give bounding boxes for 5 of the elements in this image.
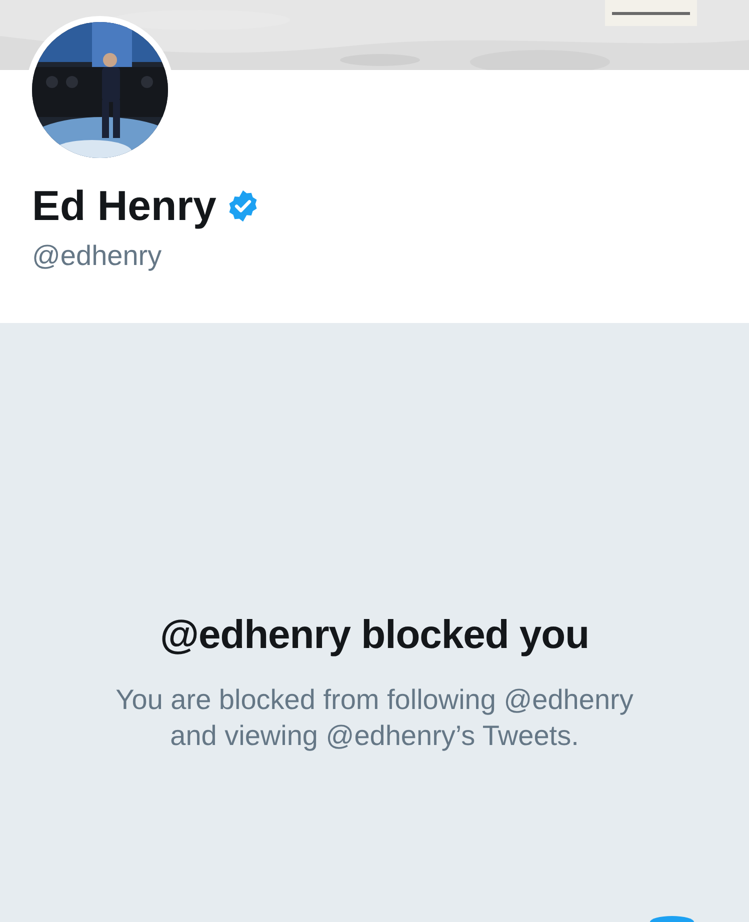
notice-title: @edhenry blocked you	[160, 613, 590, 658]
notice-message: You are blocked from following @edhenry and viewing @edhenry’s Tweets.	[114, 683, 634, 753]
profile-name: Ed Henry	[32, 182, 216, 230]
floating-button[interactable]	[650, 916, 694, 922]
profile-handle: @edhenry	[32, 240, 163, 272]
